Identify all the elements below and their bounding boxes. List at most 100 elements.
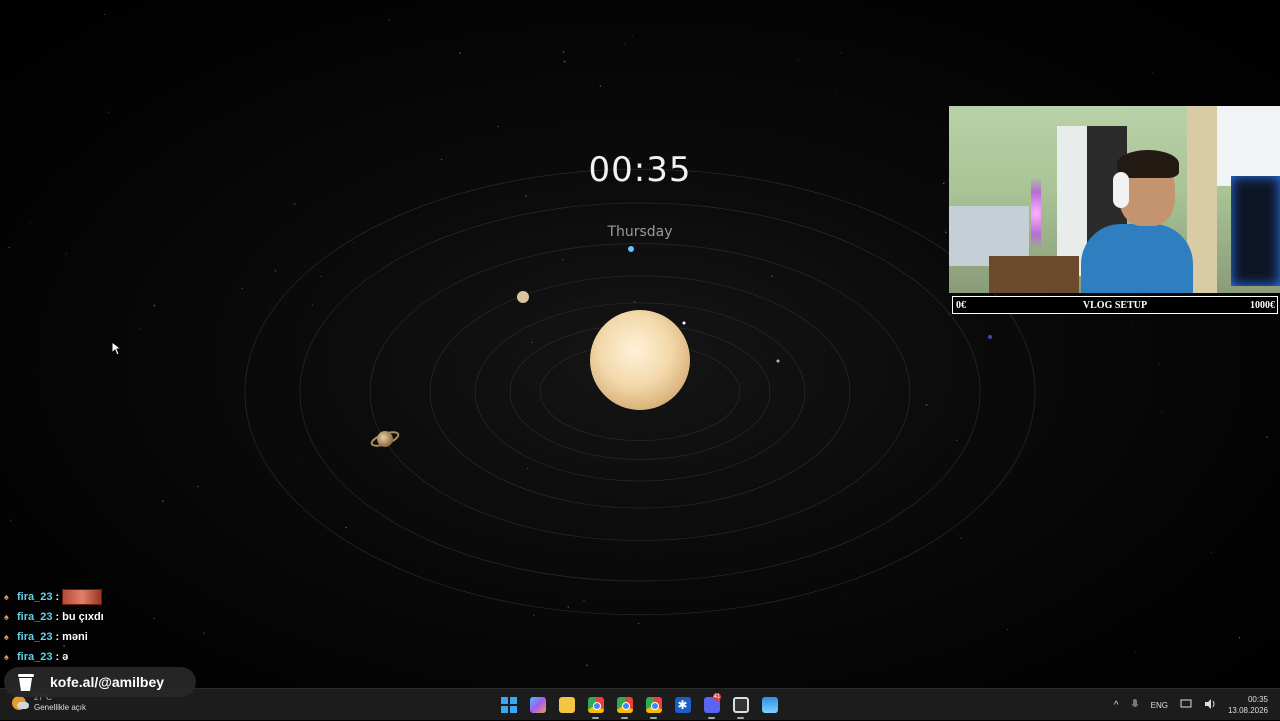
- chat-badge-icon: ♠: [4, 593, 13, 602]
- star: [298, 509, 299, 510]
- star: [527, 468, 528, 469]
- star: [600, 85, 602, 87]
- chat-message: ♠ fira_23 :: [4, 587, 224, 607]
- planet-saturn: [370, 430, 400, 449]
- wallpaper-clock: 00:35: [540, 150, 740, 190]
- star: [866, 116, 867, 117]
- star: [345, 527, 347, 529]
- notification-badge: 41: [713, 693, 721, 701]
- star: [8, 247, 9, 248]
- chat-text: bu çıxdı: [62, 611, 104, 623]
- photos-icon: [762, 697, 778, 713]
- star: [638, 623, 639, 624]
- chat-message: ♠ fira_23 : məni: [4, 627, 224, 647]
- star: [525, 195, 527, 197]
- chrome-icon: [646, 697, 662, 713]
- system-tray: ^ ENG 00:35 13.08.2026: [1114, 689, 1280, 721]
- snowflake-app-button[interactable]: ✱: [668, 689, 697, 721]
- chrome-button[interactable]: [610, 689, 639, 721]
- planet-jupiter: [517, 291, 529, 303]
- snowflake-icon: ✱: [675, 697, 691, 713]
- photos-button[interactable]: [755, 689, 784, 721]
- star: [568, 606, 569, 607]
- planet-neptune: [988, 335, 992, 339]
- star: [943, 183, 945, 185]
- chrome-icon: [588, 697, 604, 713]
- star: [294, 203, 296, 205]
- star: [459, 52, 461, 54]
- star: [710, 448, 711, 449]
- star: [533, 615, 534, 616]
- solar-system-wallpaper: [0, 0, 1280, 688]
- star: [497, 126, 498, 127]
- wallpaper-weekday: Thursday: [560, 224, 720, 240]
- star: [108, 112, 109, 113]
- star: [1159, 363, 1160, 364]
- star: [197, 486, 198, 487]
- obs-button[interactable]: [726, 689, 755, 721]
- chat-username: fira_23: [17, 631, 52, 643]
- star: [320, 276, 321, 277]
- star: [562, 259, 563, 260]
- chat-badge-icon: ♠: [4, 633, 13, 642]
- chat-overlay: ♠ fira_23 : ♠ fira_23 : bu çıxdı ♠ fira_…: [4, 587, 224, 667]
- star: [110, 145, 111, 146]
- star: [960, 538, 961, 539]
- star: [1161, 412, 1162, 413]
- chat-username: fira_23: [17, 611, 52, 623]
- star: [1239, 637, 1241, 639]
- star: [1135, 652, 1136, 653]
- windows-start-icon: [501, 697, 517, 713]
- goal-end-label: 1000€: [1250, 300, 1275, 311]
- volume-icon[interactable]: [1204, 699, 1216, 711]
- star: [301, 462, 302, 463]
- star: [798, 59, 799, 60]
- weather-condition: Genellikle açık: [34, 703, 86, 713]
- star: [1152, 72, 1153, 73]
- chrome-button[interactable]: [581, 689, 610, 721]
- network-icon[interactable]: [1180, 699, 1192, 711]
- star: [275, 270, 276, 271]
- chat-username: fira_23: [17, 651, 52, 663]
- streamer-body: [1081, 224, 1193, 293]
- headset-icon: [1113, 172, 1129, 208]
- chat-badge-icon: ♠: [4, 653, 13, 662]
- star: [242, 288, 243, 289]
- star: [312, 304, 313, 305]
- start-button[interactable]: [494, 689, 523, 721]
- chat-message: ♠ fira_23 : bu çıxdı: [4, 607, 224, 627]
- star: [162, 500, 164, 502]
- goal-title: VLOG SETUP: [953, 300, 1277, 311]
- partly-sunny-icon: [12, 696, 26, 710]
- chevron-up-icon[interactable]: ^: [1114, 700, 1119, 711]
- taskbar-date: 13.08.2026: [1228, 705, 1268, 716]
- planet-mars: [777, 360, 780, 363]
- taskbar-time: 00:35: [1228, 694, 1268, 705]
- chat-badge-icon: ♠: [4, 613, 13, 622]
- taskbar-clock[interactable]: 00:35 13.08.2026: [1228, 694, 1268, 716]
- star: [841, 52, 842, 53]
- star: [10, 520, 11, 521]
- coffee-cup-icon: [18, 673, 34, 691]
- taskbar-apps: ✱ 41: [494, 689, 784, 721]
- star: [1131, 323, 1132, 324]
- star: [956, 440, 957, 441]
- chrome-button[interactable]: [639, 689, 668, 721]
- star: [563, 51, 565, 53]
- planet-venus: [683, 322, 686, 325]
- discord-button[interactable]: 41: [697, 689, 726, 721]
- chrome-icon: [617, 697, 633, 713]
- desktop-wallpaper: 00:35 Thursday: [0, 0, 1280, 688]
- star: [139, 328, 140, 329]
- chat-username: fira_23: [17, 591, 52, 603]
- star: [531, 342, 532, 343]
- star: [625, 44, 626, 45]
- chat-text: məni: [62, 631, 88, 643]
- file-explorer-button[interactable]: [552, 689, 581, 721]
- star: [634, 301, 636, 303]
- microphone-icon[interactable]: [1131, 699, 1139, 712]
- star: [154, 305, 156, 307]
- copilot-button[interactable]: [523, 689, 552, 721]
- language-indicator[interactable]: ENG: [1151, 701, 1168, 710]
- folder-icon: [559, 697, 575, 713]
